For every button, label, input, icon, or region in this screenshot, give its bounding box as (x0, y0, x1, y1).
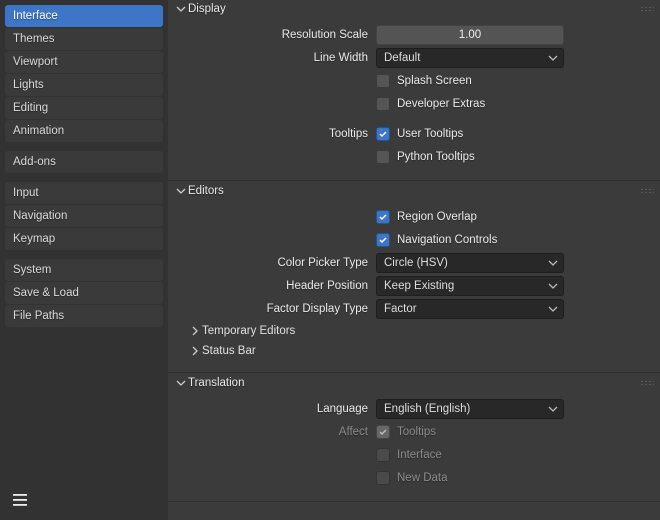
sidebar-item-editing[interactable]: Editing (5, 97, 163, 119)
preferences-sidebar: Interface Themes Viewport Lights Editing… (0, 0, 168, 520)
resolution-scale-field[interactable]: 1.00 (376, 25, 564, 45)
navigation-controls-checkbox[interactable] (376, 233, 390, 247)
sidebar-item-viewport[interactable]: Viewport (5, 51, 163, 73)
header-position-select[interactable]: Keep Existing (376, 276, 564, 296)
panel-display: Display Resolution Scale 1.00 Line Width… (168, 0, 660, 179)
panel-header-display[interactable]: Display (168, 0, 660, 19)
resolution-scale-label: Resolution Scale (176, 29, 376, 41)
affect-newdata-label: New Data (397, 472, 448, 484)
sidebar-item-input[interactable]: Input (5, 182, 163, 204)
chevron-down-icon (174, 4, 188, 14)
select-value: Circle (HSV) (384, 257, 448, 269)
panel-title: Display (188, 3, 226, 15)
splash-screen-label: Splash Screen (397, 75, 472, 87)
chevron-down-icon (174, 378, 188, 388)
developer-extras-checkbox[interactable] (376, 97, 390, 111)
panel-header-editors[interactable]: Editors (168, 182, 660, 201)
drag-grip-icon[interactable] (640, 380, 654, 386)
chevron-right-icon (188, 346, 202, 356)
preferences-main: Display Resolution Scale 1.00 Line Width… (168, 0, 660, 520)
splash-screen-checkbox[interactable] (376, 74, 390, 88)
color-picker-label: Color Picker Type (176, 257, 376, 269)
line-width-select[interactable]: Default (376, 48, 564, 68)
region-overlap-label: Region Overlap (397, 211, 477, 223)
select-value: Keep Existing (384, 280, 454, 292)
language-label: Language (176, 403, 376, 415)
affect-tooltips-label: Tooltips (397, 426, 436, 438)
python-tooltips-checkbox[interactable] (376, 150, 390, 164)
tooltips-label: Tooltips (176, 128, 376, 140)
sidebar-item-keymap[interactable]: Keymap (5, 228, 163, 250)
user-tooltips-checkbox[interactable] (376, 127, 390, 141)
panel-title: Editors (188, 185, 224, 197)
sidebar-item-addons[interactable]: Add-ons (5, 151, 163, 173)
panel-title: Translation (188, 377, 244, 389)
sidebar-item-saveload[interactable]: Save & Load (5, 282, 163, 304)
factor-display-label: Factor Display Type (176, 303, 376, 315)
sidebar-item-themes[interactable]: Themes (5, 28, 163, 50)
chevron-down-icon (548, 258, 558, 271)
affect-newdata-checkbox[interactable] (376, 471, 390, 485)
chevron-right-icon (188, 326, 202, 336)
sub-temporary-editors[interactable]: Temporary Editors (176, 321, 652, 341)
affect-interface-checkbox[interactable] (376, 448, 390, 462)
affect-tooltips-checkbox[interactable] (376, 425, 390, 439)
menu-button[interactable] (10, 490, 30, 510)
line-width-label: Line Width (176, 52, 376, 64)
language-select[interactable]: English (English) (376, 399, 564, 419)
navigation-controls-label: Navigation Controls (397, 234, 497, 246)
chevron-down-icon (548, 304, 558, 317)
affect-label: Affect (176, 426, 376, 438)
sub-label: Status Bar (202, 345, 256, 357)
chevron-down-icon (548, 404, 558, 417)
drag-grip-icon[interactable] (640, 6, 654, 12)
drag-grip-icon[interactable] (640, 188, 654, 194)
sub-status-bar[interactable]: Status Bar (176, 341, 652, 361)
sidebar-item-navigation[interactable]: Navigation (5, 205, 163, 227)
panel-editors: Editors Region Overlap Navigation Contro… (168, 182, 660, 371)
sidebar-item-animation[interactable]: Animation (5, 120, 163, 142)
sub-label: Temporary Editors (202, 325, 295, 337)
panel-translation: Translation Language English (English) A… (168, 374, 660, 500)
python-tooltips-label: Python Tooltips (397, 151, 475, 163)
color-picker-select[interactable]: Circle (HSV) (376, 253, 564, 273)
developer-extras-label: Developer Extras (397, 98, 485, 110)
user-tooltips-label: User Tooltips (397, 128, 463, 140)
sidebar-item-system[interactable]: System (5, 259, 163, 281)
region-overlap-checkbox[interactable] (376, 210, 390, 224)
chevron-down-icon (174, 186, 188, 196)
select-value: Default (384, 52, 420, 64)
affect-interface-label: Interface (397, 449, 442, 461)
select-value: Factor (384, 303, 417, 315)
chevron-down-icon (548, 281, 558, 294)
factor-display-select[interactable]: Factor (376, 299, 564, 319)
sidebar-item-filepaths[interactable]: File Paths (5, 305, 163, 327)
panel-header-translation[interactable]: Translation (168, 374, 660, 393)
chevron-down-icon (548, 53, 558, 66)
select-value: English (English) (384, 403, 470, 415)
header-position-label: Header Position (176, 280, 376, 292)
sidebar-item-lights[interactable]: Lights (5, 74, 163, 96)
sidebar-item-interface[interactable]: Interface (5, 5, 163, 27)
